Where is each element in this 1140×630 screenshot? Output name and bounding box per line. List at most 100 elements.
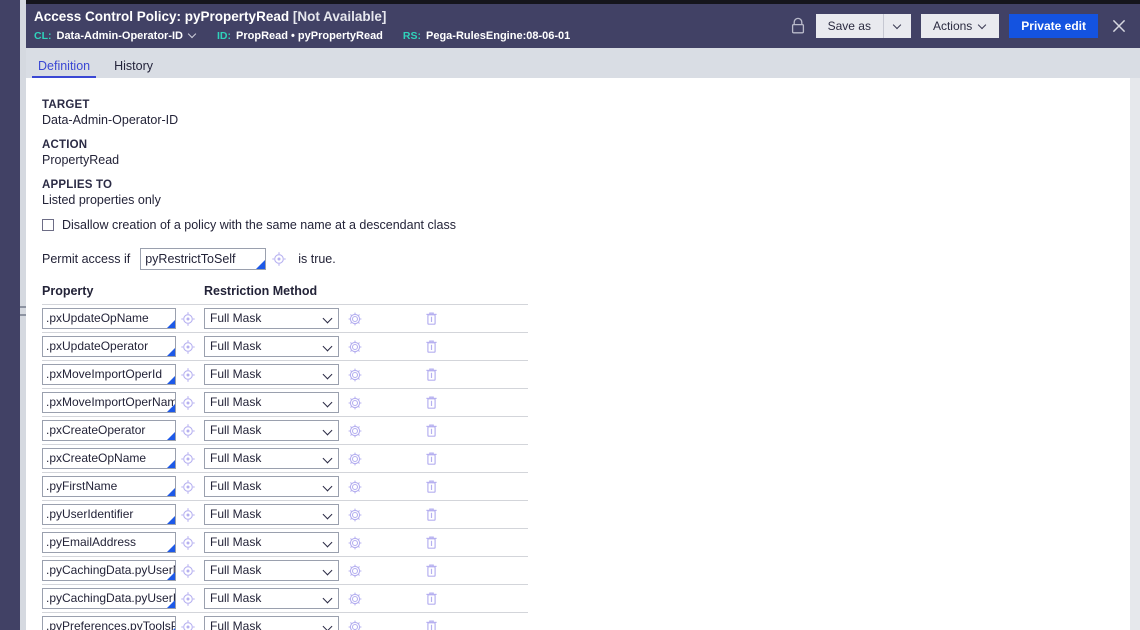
gear-icon[interactable] [348,368,362,382]
gear-icon[interactable] [348,564,362,578]
gear-icon[interactable] [348,536,362,550]
crosshair-icon[interactable] [181,451,195,466]
restriction-cell: Full Mask [204,420,438,441]
property-input[interactable]: .pxUpdateOpName [42,308,176,329]
save-as-dropdown-button[interactable] [883,14,911,38]
crosshair-icon[interactable] [272,252,286,266]
lock-icon[interactable] [790,17,806,35]
tab-definition[interactable]: Definition [26,59,102,79]
gear-icon[interactable] [348,452,362,466]
restriction-method-select[interactable]: Full Mask [204,504,339,525]
class-value[interactable]: Data-Admin-Operator-ID [57,30,184,42]
restriction-method-select[interactable]: Full Mask [204,308,339,329]
table-row: .pyFirstName Full Mask [42,473,528,501]
trash-icon[interactable] [425,395,438,410]
property-cell: .pxUpdateOpName [42,308,204,329]
autocomplete-corner-icon [167,544,175,552]
chevron-down-icon[interactable] [188,30,197,39]
restriction-method-select[interactable]: Full Mask [204,560,339,581]
crosshair-icon[interactable] [181,591,195,606]
trash-icon[interactable] [425,339,438,354]
restriction-cell: Full Mask [204,504,438,525]
chevron-down-icon [324,343,332,351]
crosshair-icon[interactable] [181,563,195,578]
gear-icon[interactable] [348,424,362,438]
trash-icon[interactable] [425,423,438,438]
restriction-cell: Full Mask [204,336,438,357]
restriction-method-select[interactable]: Full Mask [204,616,339,630]
target-value: Data-Admin-Operator-ID [42,113,179,127]
property-input[interactable]: .pyFirstName [42,476,176,497]
rule-meta-bar: CL: Data-Admin-Operator-ID ID: PropRead … [34,30,570,42]
definition-panel: TARGET Data-Admin-Operator-ID ACTION Pro… [26,78,1130,630]
trash-icon[interactable] [425,311,438,326]
property-input[interactable]: .pxUpdateOperator [42,336,176,357]
trash-icon[interactable] [425,591,438,606]
target-label: TARGET [42,99,90,111]
column-header-restriction: Restriction Method [204,284,318,298]
tab-history[interactable]: History [102,59,165,79]
page-title-status: [Not Available] [292,9,387,24]
trash-icon[interactable] [425,535,438,550]
crosshair-icon[interactable] [181,423,195,438]
restriction-method-select[interactable]: Full Mask [204,476,339,497]
page-title-text: Access Control Policy: pyPropertyRead [34,9,290,24]
trash-icon[interactable] [425,563,438,578]
restriction-method-select[interactable]: Full Mask [204,448,339,469]
gear-icon[interactable] [348,312,362,326]
gear-icon[interactable] [348,396,362,410]
crosshair-icon[interactable] [181,395,195,410]
property-input[interactable]: .pxCreateOperator [42,420,176,441]
table-row: .pyPreferences.pyToolsPortal Full Mask [42,613,528,630]
restriction-method-select[interactable]: Full Mask [204,364,339,385]
property-input[interactable]: .pxCreateOpName [42,448,176,469]
property-input[interactable]: .pxMoveImportOperName [42,392,176,413]
crosshair-icon[interactable] [181,619,195,630]
property-input[interactable]: .pyCachingData.pyUserName [42,560,176,581]
restriction-method-select[interactable]: Full Mask [204,420,339,441]
ruleset-label: RS: [402,30,421,42]
private-edit-button[interactable]: Private edit [1009,14,1098,38]
property-cell: .pxUpdateOperator [42,336,204,357]
autocomplete-corner-icon [167,404,175,412]
chevron-down-icon [324,595,332,603]
permit-access-input[interactable]: pyRestrictToSelf [140,248,267,270]
gear-icon[interactable] [348,508,362,522]
gear-icon[interactable] [348,592,362,606]
crosshair-icon[interactable] [181,311,195,326]
vertical-scrollbar[interactable] [1130,78,1140,630]
trash-icon[interactable] [425,507,438,522]
chevron-down-icon [324,623,332,630]
table-header-row: Property Restriction Method [42,284,528,305]
close-icon[interactable] [1108,15,1130,37]
disallow-descendant-checkbox[interactable] [42,219,54,231]
restriction-method-select[interactable]: Full Mask [204,336,339,357]
property-input[interactable]: .pyCachingData.pyUserIdentifier [42,588,176,609]
permit-access-value: pyRestrictToSelf [145,252,236,266]
autocomplete-corner-icon [167,516,175,524]
property-cell: .pyEmailAddress [42,532,204,553]
trash-icon[interactable] [425,367,438,382]
restriction-method-select[interactable]: Full Mask [204,392,339,413]
gear-icon[interactable] [348,340,362,354]
actions-button[interactable]: Actions [920,14,1000,38]
crosshair-icon[interactable] [181,479,195,494]
property-input[interactable]: .pyEmailAddress [42,532,176,553]
property-input[interactable]: .pyPreferences.pyToolsPortal [42,616,176,630]
property-input[interactable]: .pyUserIdentifier [42,504,176,525]
save-as-button[interactable]: Save as [815,14,884,38]
restriction-method-select[interactable]: Full Mask [204,588,339,609]
restriction-method-select[interactable]: Full Mask [204,532,339,553]
trash-icon[interactable] [425,619,438,630]
property-value: .pxCreateOpName [46,451,147,465]
gear-icon[interactable] [348,480,362,494]
crosshair-icon[interactable] [181,339,195,354]
trash-icon[interactable] [425,479,438,494]
property-input[interactable]: .pxMoveImportOperId [42,364,176,385]
restriction-method-value: Full Mask [210,311,262,325]
trash-icon[interactable] [425,451,438,466]
crosshair-icon[interactable] [181,507,195,522]
gear-icon[interactable] [348,620,362,630]
crosshair-icon[interactable] [181,367,195,382]
crosshair-icon[interactable] [181,535,195,550]
